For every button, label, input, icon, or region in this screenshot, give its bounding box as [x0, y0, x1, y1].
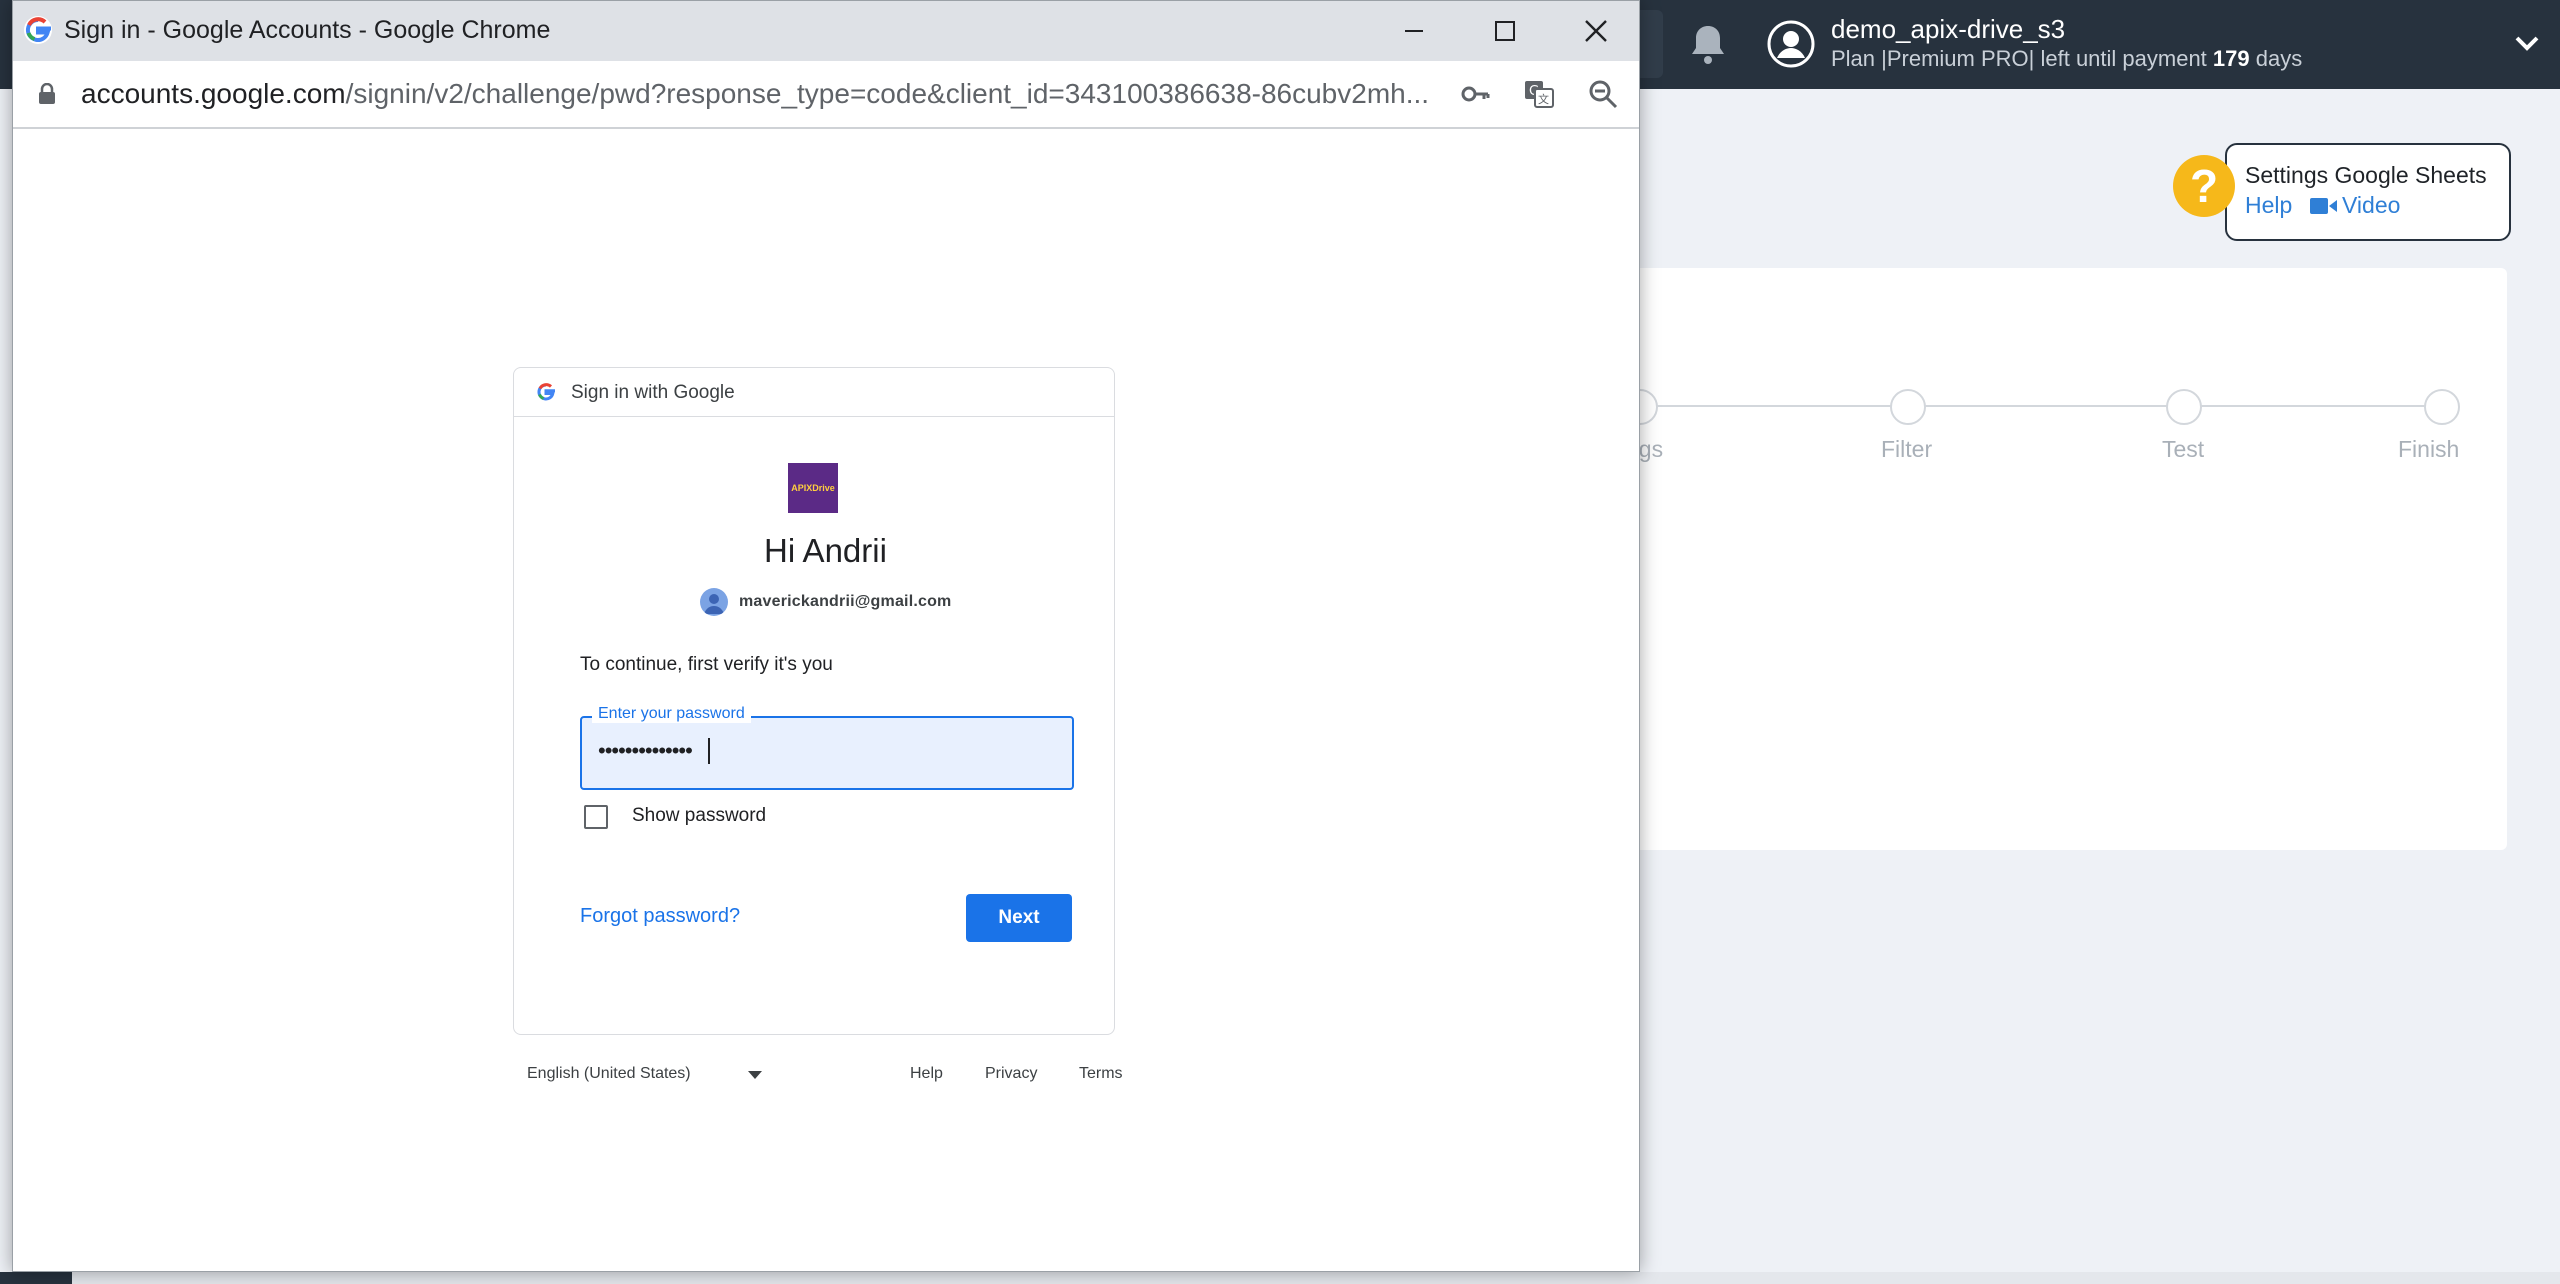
password-value[interactable]: •••••••••••••• — [598, 738, 693, 764]
user-avatar-icon[interactable] — [1767, 20, 1815, 68]
help-link[interactable]: Help — [2245, 192, 2292, 219]
window-titlebar[interactable]: Sign in - Google Accounts - Google Chrom… — [13, 1, 1639, 61]
step-circle-finish[interactable] — [2424, 389, 2460, 425]
signin-header-title: Sign in with Google — [571, 382, 735, 403]
plan-suffix: days — [2255, 46, 2303, 71]
chevron-down-icon[interactable] — [2512, 28, 2542, 58]
minimize-button[interactable] — [1392, 11, 1436, 51]
close-icon — [1585, 20, 1607, 42]
user-name[interactable]: demo_apix-drive_s3 — [1831, 14, 2065, 45]
account-email: maverickandrii@gmail.com — [739, 593, 952, 610]
help-title: Settings Google Sheets — [2245, 162, 2487, 188]
step-label-filter[interactable]: Filter — [1881, 436, 1932, 463]
address-bar[interactable]: accounts.google.com/signin/v2/challenge/… — [13, 61, 1639, 129]
svg-text:文: 文 — [1538, 92, 1549, 106]
bell-icon[interactable] — [1688, 22, 1728, 66]
apix-logo-text: APIXDrive — [791, 483, 835, 493]
maximize-icon — [1495, 21, 1515, 41]
signin-card-header: Sign in with Google — [514, 368, 1114, 417]
google-g-icon — [537, 383, 555, 401]
video-camera-icon[interactable] — [2310, 196, 2338, 216]
apix-drive-logo: APIXDrive — [788, 463, 838, 513]
language-selector[interactable]: English (United States) — [527, 1065, 691, 1083]
steps-card — [1560, 268, 2507, 850]
maximize-button[interactable] — [1483, 11, 1527, 51]
plan-status: Plan |Premium PRO| left until payment 17… — [1831, 46, 2302, 72]
next-button[interactable]: Next — [966, 894, 1072, 942]
step-circle-filter[interactable] — [1890, 389, 1926, 425]
step-circle-test[interactable] — [2166, 389, 2202, 425]
plan-text: Plan |Premium PRO| left until payment — [1831, 46, 2207, 71]
show-password-label[interactable]: Show password — [632, 805, 766, 827]
minimize-icon — [1405, 30, 1423, 32]
bottom-strip-light — [72, 1272, 2560, 1284]
footer-terms-link[interactable]: Terms — [1079, 1065, 1123, 1083]
lock-icon[interactable] — [38, 83, 56, 105]
url-text[interactable]: accounts.google.com/signin/v2/challenge/… — [81, 78, 1429, 110]
url-domain: accounts.google.com — [81, 78, 346, 109]
step-label-test[interactable]: Test — [2162, 436, 2204, 463]
steps-progress-line — [1640, 405, 2445, 407]
close-button[interactable] — [1574, 11, 1618, 51]
account-chip[interactable]: maverickandrii@gmail.com — [700, 586, 952, 618]
show-password-checkbox[interactable] — [584, 805, 608, 829]
account-avatar-icon — [700, 588, 728, 616]
translate-icon[interactable]: G 文 — [1523, 78, 1555, 110]
help-question-icon[interactable]: ? — [2173, 155, 2235, 217]
footer-help-link[interactable]: Help — [910, 1065, 943, 1083]
verify-instruction: To continue, first verify it's you — [580, 654, 833, 675]
step-label-finish[interactable]: Finish — [2398, 436, 2459, 463]
zoom-out-icon[interactable] — [1587, 78, 1619, 110]
forgot-password-link[interactable]: Forgot password? — [580, 905, 740, 928]
password-label: Enter your password — [592, 705, 751, 723]
url-path: /signin/v2/challenge/pwd?response_type=c… — [345, 78, 1430, 109]
footer-privacy-link[interactable]: Privacy — [985, 1065, 1037, 1083]
google-g-icon — [24, 16, 52, 44]
language-dropdown-caret-icon[interactable] — [748, 1071, 762, 1079]
video-link[interactable]: Video — [2342, 192, 2400, 219]
greeting-heading: Hi Andrii — [764, 532, 887, 569]
window-title: Sign in - Google Accounts - Google Chrom… — [64, 16, 551, 44]
key-icon[interactable] — [1459, 78, 1491, 110]
plan-days: 179 — [2212, 46, 2250, 71]
text-caret — [708, 738, 710, 764]
